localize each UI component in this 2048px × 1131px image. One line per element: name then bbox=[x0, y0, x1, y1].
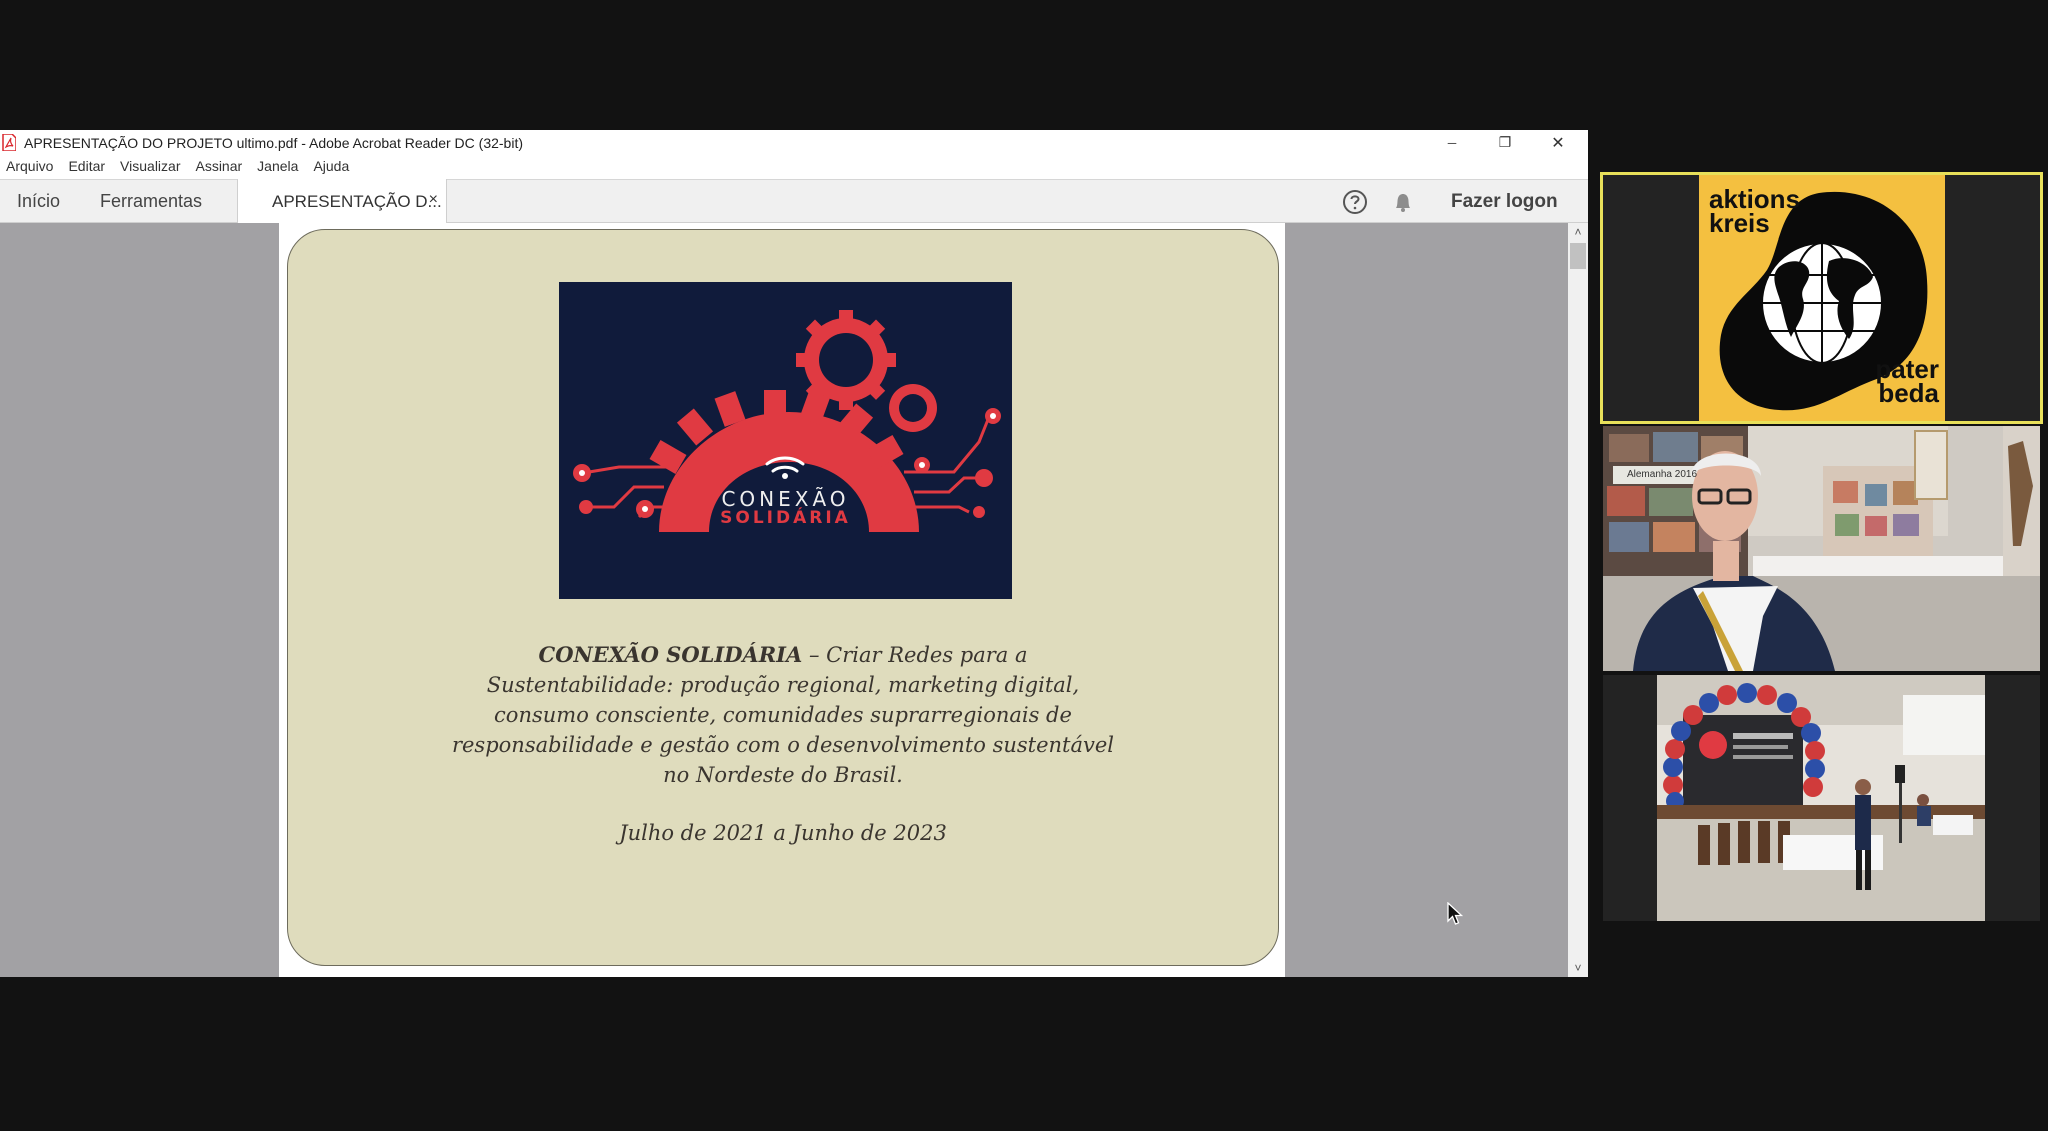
restore-icon: ❐ bbox=[1498, 134, 1512, 150]
slide-title: CONEXÃO SOLIDÁRIA – Criar Redes para a S… bbox=[288, 640, 1278, 790]
minimize-icon: ─ bbox=[1447, 135, 1457, 150]
acrobat-window: APRESENTAÇÃO DO PROJETO ultimo.pdf - Ado… bbox=[0, 130, 1588, 977]
gears-logo-graphic bbox=[573, 310, 1001, 532]
question-circle-icon[interactable] bbox=[1342, 189, 1368, 215]
close-window-button[interactable]: ✕ bbox=[1532, 130, 1584, 155]
title-bar: APRESENTAÇÃO DO PROJETO ultimo.pdf - Ado… bbox=[0, 130, 1588, 155]
menu-item-arquivo[interactable]: Arquivo bbox=[6, 158, 53, 174]
tab-home[interactable]: Início bbox=[17, 180, 60, 223]
pdf-page: CONEXÃO SOLIDÁRIA CONEXÃO SOLIDÁRIA – Cr… bbox=[279, 223, 1285, 977]
restore-button[interactable]: ❐ bbox=[1479, 130, 1531, 155]
scroll-up-arrow-icon[interactable]: ˄ bbox=[1568, 223, 1588, 241]
tab-bar: Início Ferramentas APRESENTAÇÃO D... × F… bbox=[0, 179, 1588, 224]
menu-item-assinar[interactable]: Assinar bbox=[195, 158, 242, 174]
aktionskreis-logo: aktions kreis pater beda bbox=[1699, 175, 1945, 421]
participant-tile-aktionskreis[interactable]: aktions kreis pater beda bbox=[1600, 172, 2043, 424]
login-button[interactable]: Fazer logon bbox=[1451, 180, 1558, 223]
participant-tile-event-room[interactable] bbox=[1603, 675, 2040, 921]
vertical-scrollbar[interactable]: ˄ ˅ bbox=[1568, 223, 1588, 977]
slide-date: Julho de 2021 a Junho de 2023 bbox=[619, 821, 947, 845]
speaker-video-frame bbox=[1603, 426, 2040, 671]
minimize-button[interactable]: ─ bbox=[1426, 130, 1478, 155]
scroll-thumb[interactable] bbox=[1570, 243, 1586, 269]
slide-title-bold: CONEXÃO SOLIDÁRIA bbox=[538, 642, 803, 667]
menu-bar: Arquivo Editar Visualizar Assinar Janela Ajud… bbox=[0, 155, 1588, 177]
tab-document[interactable]: APRESENTAÇÃO D... × bbox=[237, 179, 447, 224]
banner-alemanha: Alemanha 2016 bbox=[1626, 469, 1698, 480]
menu-item-editar[interactable]: Editar bbox=[68, 158, 105, 174]
scroll-down-arrow-icon[interactable]: ˅ bbox=[1568, 959, 1588, 977]
slide: CONEXÃO SOLIDÁRIA CONEXÃO SOLIDÁRIA – Cr… bbox=[287, 229, 1279, 966]
event-room-video-frame bbox=[1603, 675, 2040, 921]
tab-tools[interactable]: Ferramentas bbox=[100, 180, 202, 223]
close-icon: ✕ bbox=[1551, 134, 1565, 152]
aktionskreis-text: aktions kreis bbox=[1709, 184, 1801, 238]
menu-item-visualizar[interactable]: Visualizar bbox=[120, 158, 180, 174]
window-title: APRESENTAÇÃO DO PROJETO ultimo.pdf - Ado… bbox=[24, 134, 523, 151]
acrobat-pdf-icon bbox=[2, 134, 16, 151]
menu-item-janela[interactable]: Janela bbox=[257, 158, 298, 174]
screen: APRESENTAÇÃO DO PROJETO ultimo.pdf - Ado… bbox=[0, 0, 2048, 1131]
bell-icon[interactable] bbox=[1390, 189, 1416, 215]
pater-beda-text: pater beda bbox=[1875, 354, 1939, 408]
conexao-solidaria-logo: CONEXÃO SOLIDÁRIA bbox=[559, 282, 1012, 599]
logo-text-solidaria: SOLIDÁRIA bbox=[720, 508, 851, 528]
tab-document-label: APRESENTAÇÃO D... bbox=[272, 191, 442, 211]
document-viewer[interactable]: CONEXÃO SOLIDÁRIA CONEXÃO SOLIDÁRIA – Cr… bbox=[0, 223, 1588, 977]
participant-tile-speaker[interactable]: Alemanha 2016 bbox=[1603, 426, 2040, 671]
tab-close-icon[interactable]: × bbox=[429, 191, 438, 209]
mouse-cursor-icon bbox=[1447, 902, 1463, 925]
menu-item-ajuda[interactable]: Ajuda bbox=[313, 158, 349, 174]
